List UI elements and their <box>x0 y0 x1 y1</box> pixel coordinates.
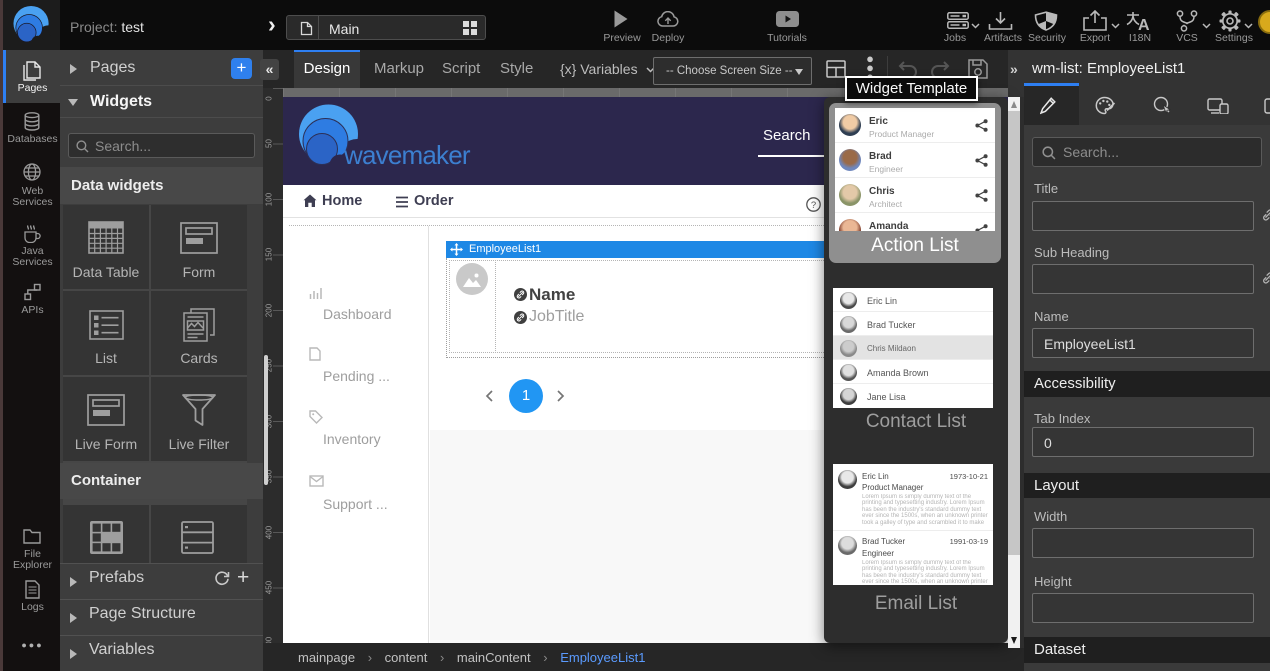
svg-text:?: ? <box>811 200 816 211</box>
svg-text:A: A <box>1138 17 1150 31</box>
